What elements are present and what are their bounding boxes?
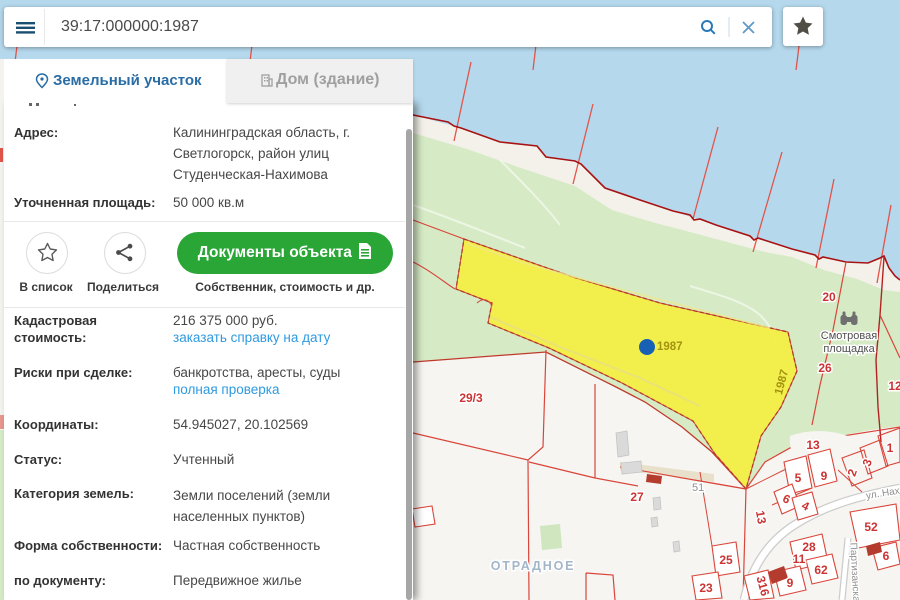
svg-text:6: 6 bbox=[883, 549, 890, 563]
svg-text:Смотровая: Смотровая bbox=[821, 330, 877, 342]
svg-text:20: 20 bbox=[822, 290, 836, 304]
svg-text:1987: 1987 bbox=[657, 341, 683, 353]
svg-text:25: 25 bbox=[719, 553, 733, 567]
svg-text:5: 5 bbox=[795, 471, 802, 485]
svg-text:1: 1 bbox=[887, 441, 894, 455]
svg-text:28: 28 bbox=[802, 540, 816, 554]
svg-text:27: 27 bbox=[630, 490, 644, 504]
svg-text:13: 13 bbox=[753, 510, 769, 526]
svg-text:11: 11 bbox=[793, 552, 806, 566]
svg-text:12: 12 bbox=[888, 379, 900, 393]
svg-text:ОТРАДНОЕ: ОТРАДНОЕ bbox=[491, 559, 575, 573]
svg-text:9: 9 bbox=[787, 576, 794, 590]
svg-text:26: 26 bbox=[818, 361, 832, 375]
svg-text:9: 9 bbox=[821, 469, 828, 483]
svg-text:51: 51 bbox=[692, 482, 704, 494]
svg-text:62: 62 bbox=[814, 563, 828, 577]
svg-text:29/3: 29/3 bbox=[459, 391, 483, 405]
svg-text:13: 13 bbox=[806, 438, 820, 452]
svg-text:23: 23 bbox=[699, 581, 713, 595]
svg-text:52: 52 bbox=[864, 520, 878, 534]
svg-text:площадка: площадка bbox=[823, 343, 875, 355]
